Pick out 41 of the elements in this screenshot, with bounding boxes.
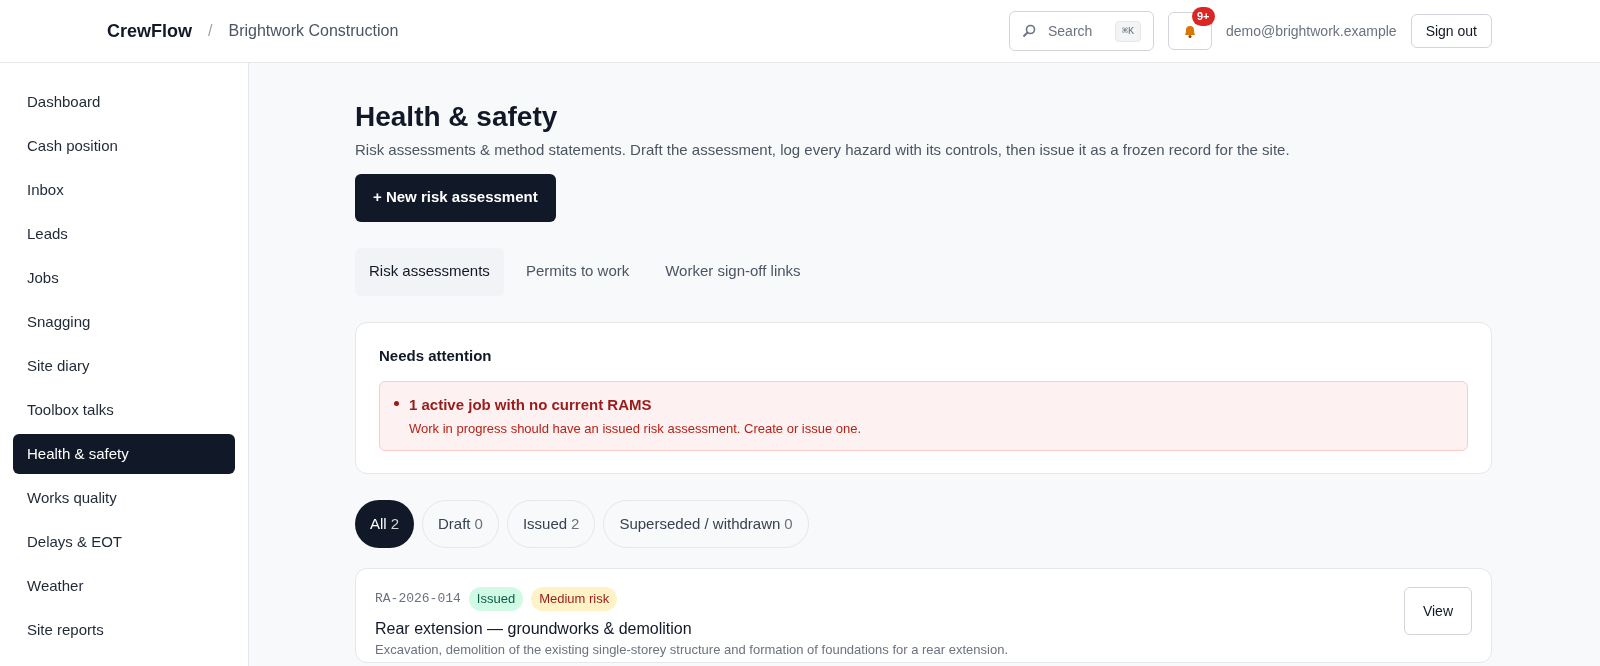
tab[interactable]: Permits to work (511, 247, 644, 296)
user-email: demo@brightwork.example (1226, 21, 1397, 41)
sidebar-item[interactable]: Site diary (13, 346, 235, 386)
search-icon (1022, 24, 1036, 38)
sidebar-item[interactable]: Works quality (13, 478, 235, 518)
bullet-icon (394, 401, 399, 406)
section-title: Needs attention (379, 345, 493, 366)
bell-icon (1182, 23, 1198, 39)
search-placeholder: Search (1048, 21, 1094, 41)
sidebar-item[interactable]: Health & safety (13, 434, 235, 474)
sidebar-item[interactable]: Weather (13, 566, 235, 606)
sidebar-item[interactable]: Delays & EOT (13, 522, 235, 562)
reference-number: RA-2026-014 (375, 590, 461, 608)
notification-count: 9+ (1192, 7, 1215, 26)
page-description: Risk assessments & method statements. Draft the assessment, log every hazard with its controls, then issue it as a frozen record for the site. (355, 140, 1291, 160)
assessment-description: Excavation, demolition of the existing single-storey structure and formation of foundations for a rear extension. (375, 641, 1009, 658)
search-button[interactable]: Search ⌘K (1009, 11, 1154, 51)
page-title: Health & safety (355, 100, 559, 134)
sidebar-item[interactable]: Cash position (13, 126, 235, 166)
risk-tag: Medium risk (531, 587, 618, 611)
alert-detail: Work in progress should have an issued risk assessment. Create or issue one. (409, 419, 862, 438)
sidebar-item[interactable]: Jobs (13, 258, 235, 298)
sidebar-item[interactable]: Toolbox talks (13, 390, 235, 430)
organization-name: Brightwork Construction (228, 21, 399, 41)
sidebar-item[interactable]: Site reports (13, 610, 235, 650)
tab[interactable]: Risk assessments (355, 247, 504, 296)
sidebar-item[interactable]: Inbox (13, 170, 235, 210)
sidebar-item[interactable]: Leads (13, 214, 235, 254)
sidebar-item[interactable]: Dashboard (13, 82, 235, 122)
new-risk-assessment-button[interactable]: + New risk assessment (355, 173, 556, 222)
brand-name: CrewFlow (107, 19, 192, 43)
breadcrumb-separator: / (208, 21, 213, 41)
sidebar-item[interactable]: Snagging (13, 302, 235, 342)
tab[interactable]: Worker sign-off links (651, 247, 815, 296)
view-button[interactable]: View (1403, 587, 1472, 635)
filter-chip[interactable]: All 2 (355, 500, 414, 548)
alert-title: 1 active job with no current RAMS (409, 395, 653, 415)
assessment-title: Rear extension — groundworks & demolition (375, 618, 693, 639)
sign-out-button[interactable]: Sign out (1410, 14, 1492, 48)
shortcut-hint: ⌘K (1114, 20, 1141, 42)
status-tag: Issued (468, 587, 524, 611)
